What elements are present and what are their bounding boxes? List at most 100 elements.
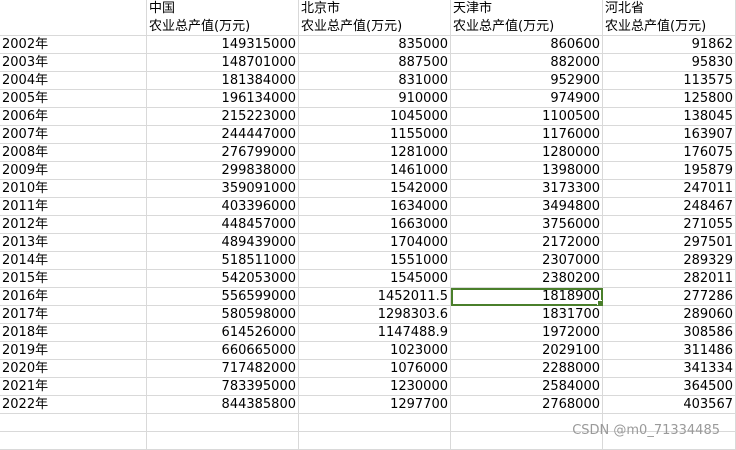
- value-cell[interactable]: 1023000: [299, 342, 451, 360]
- empty-cell[interactable]: [147, 432, 299, 450]
- value-cell[interactable]: 195879: [603, 162, 736, 180]
- value-cell[interactable]: 783395000: [147, 378, 299, 396]
- value-cell[interactable]: 113575: [603, 72, 736, 90]
- header-metric-cell[interactable]: 农业总产值(万元): [299, 18, 451, 36]
- value-cell[interactable]: 403396000: [147, 198, 299, 216]
- value-cell[interactable]: 215223000: [147, 108, 299, 126]
- header-metric-cell[interactable]: 农业总产值(万元): [147, 18, 299, 36]
- value-cell[interactable]: 1045000: [299, 108, 451, 126]
- year-cell[interactable]: 2021年: [0, 378, 147, 396]
- value-cell[interactable]: 2029100: [451, 342, 603, 360]
- year-cell[interactable]: 2003年: [0, 54, 147, 72]
- year-cell[interactable]: 2009年: [0, 162, 147, 180]
- value-cell[interactable]: 1176000: [451, 126, 603, 144]
- value-cell[interactable]: 844385800: [147, 396, 299, 414]
- year-cell[interactable]: 2015年: [0, 270, 147, 288]
- empty-cell[interactable]: [0, 432, 147, 450]
- value-cell[interactable]: 448457000: [147, 216, 299, 234]
- header-region-cell[interactable]: 中国: [147, 0, 299, 18]
- value-cell[interactable]: 882000: [451, 54, 603, 72]
- year-cell[interactable]: 2002年: [0, 36, 147, 54]
- header-region-cell[interactable]: 天津市: [451, 0, 603, 18]
- value-cell[interactable]: 247011: [603, 180, 736, 198]
- value-cell[interactable]: 835000: [299, 36, 451, 54]
- empty-cell[interactable]: [299, 414, 451, 432]
- value-cell[interactable]: 1634000: [299, 198, 451, 216]
- value-cell[interactable]: 341334: [603, 360, 736, 378]
- value-cell[interactable]: 614526000: [147, 324, 299, 342]
- value-cell[interactable]: 1230000: [299, 378, 451, 396]
- value-cell[interactable]: 308586: [603, 324, 736, 342]
- value-cell[interactable]: 2584000: [451, 378, 603, 396]
- value-cell[interactable]: 556599000: [147, 288, 299, 306]
- value-cell[interactable]: 1147488.9: [299, 324, 451, 342]
- header-corner-cell[interactable]: [0, 18, 147, 36]
- value-cell[interactable]: 91862: [603, 36, 736, 54]
- value-cell[interactable]: 138045: [603, 108, 736, 126]
- year-cell[interactable]: 2012年: [0, 216, 147, 234]
- value-cell[interactable]: 952900: [451, 72, 603, 90]
- value-cell[interactable]: 1452011.5: [299, 288, 451, 306]
- value-cell[interactable]: 289329: [603, 252, 736, 270]
- value-cell[interactable]: 95830: [603, 54, 736, 72]
- value-cell[interactable]: 489439000: [147, 234, 299, 252]
- value-cell[interactable]: 1155000: [299, 126, 451, 144]
- empty-cell[interactable]: [299, 432, 451, 450]
- value-cell[interactable]: 364500: [603, 378, 736, 396]
- value-cell[interactable]: 1281000: [299, 144, 451, 162]
- selected-cell[interactable]: 1818900: [451, 288, 603, 306]
- value-cell[interactable]: 297501: [603, 234, 736, 252]
- value-cell[interactable]: 1545000: [299, 270, 451, 288]
- value-cell[interactable]: 289060: [603, 306, 736, 324]
- year-cell[interactable]: 2017年: [0, 306, 147, 324]
- year-cell[interactable]: 2014年: [0, 252, 147, 270]
- value-cell[interactable]: 518511000: [147, 252, 299, 270]
- value-cell[interactable]: 974900: [451, 90, 603, 108]
- value-cell[interactable]: 2288000: [451, 360, 603, 378]
- value-cell[interactable]: 1831700: [451, 306, 603, 324]
- value-cell[interactable]: 1280000: [451, 144, 603, 162]
- year-cell[interactable]: 2005年: [0, 90, 147, 108]
- value-cell[interactable]: 1542000: [299, 180, 451, 198]
- value-cell[interactable]: 181384000: [147, 72, 299, 90]
- value-cell[interactable]: 1298303.6: [299, 306, 451, 324]
- value-cell[interactable]: 831000: [299, 72, 451, 90]
- value-cell[interactable]: 1297700: [299, 396, 451, 414]
- value-cell[interactable]: 359091000: [147, 180, 299, 198]
- year-cell[interactable]: 2020年: [0, 360, 147, 378]
- value-cell[interactable]: 403567: [603, 396, 736, 414]
- value-cell[interactable]: 542053000: [147, 270, 299, 288]
- year-cell[interactable]: 2004年: [0, 72, 147, 90]
- value-cell[interactable]: 149315000: [147, 36, 299, 54]
- value-cell[interactable]: 1100500: [451, 108, 603, 126]
- value-cell[interactable]: 1076000: [299, 360, 451, 378]
- value-cell[interactable]: 125800: [603, 90, 736, 108]
- value-cell[interactable]: 277286: [603, 288, 736, 306]
- value-cell[interactable]: 1461000: [299, 162, 451, 180]
- year-cell[interactable]: 2018年: [0, 324, 147, 342]
- value-cell[interactable]: 1704000: [299, 234, 451, 252]
- value-cell[interactable]: 1972000: [451, 324, 603, 342]
- value-cell[interactable]: 910000: [299, 90, 451, 108]
- value-cell[interactable]: 163907: [603, 126, 736, 144]
- value-cell[interactable]: 1551000: [299, 252, 451, 270]
- value-cell[interactable]: 2768000: [451, 396, 603, 414]
- value-cell[interactable]: 196134000: [147, 90, 299, 108]
- value-cell[interactable]: 176075: [603, 144, 736, 162]
- year-cell[interactable]: 2006年: [0, 108, 147, 126]
- value-cell[interactable]: 276799000: [147, 144, 299, 162]
- empty-cell[interactable]: [147, 414, 299, 432]
- value-cell[interactable]: 311486: [603, 342, 736, 360]
- value-cell[interactable]: 3494800: [451, 198, 603, 216]
- value-cell[interactable]: 717482000: [147, 360, 299, 378]
- header-region-cell[interactable]: 河北省: [603, 0, 736, 18]
- header-metric-cell[interactable]: 农业总产值(万元): [451, 18, 603, 36]
- year-cell[interactable]: 2022年: [0, 396, 147, 414]
- value-cell[interactable]: 660665000: [147, 342, 299, 360]
- value-cell[interactable]: 248467: [603, 198, 736, 216]
- year-cell[interactable]: 2010年: [0, 180, 147, 198]
- value-cell[interactable]: 2380200: [451, 270, 603, 288]
- year-cell[interactable]: 2013年: [0, 234, 147, 252]
- value-cell[interactable]: 282011: [603, 270, 736, 288]
- year-cell[interactable]: 2007年: [0, 126, 147, 144]
